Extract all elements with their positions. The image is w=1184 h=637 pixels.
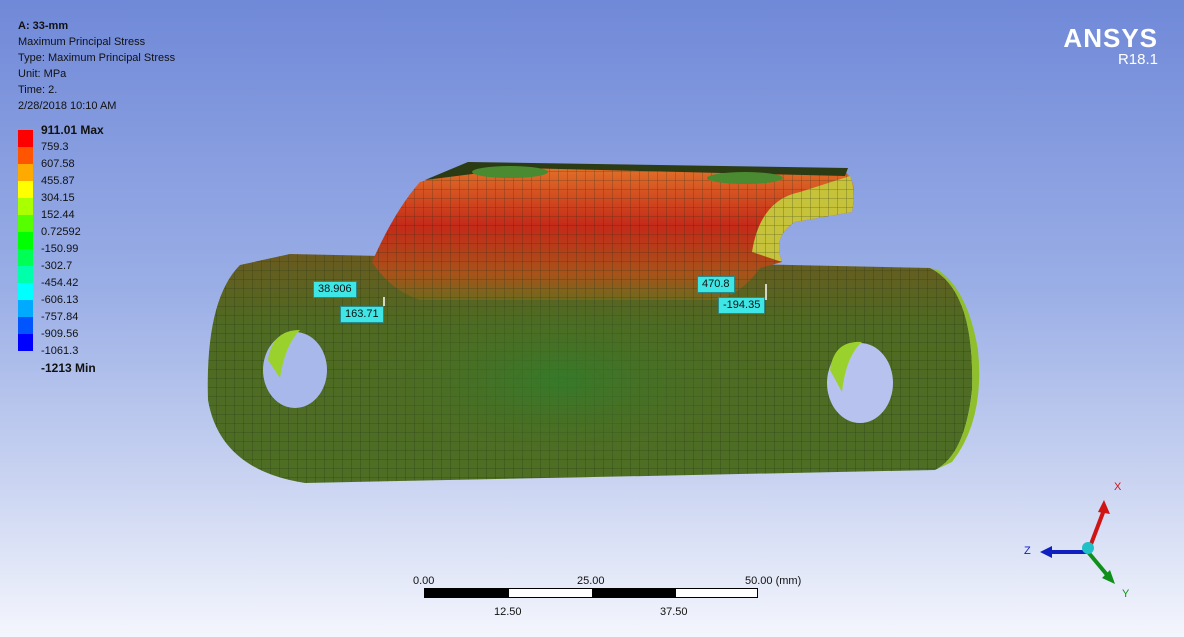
legend-value-label: -302.7	[41, 260, 73, 272]
hole-left	[263, 332, 327, 408]
legend-swatch	[18, 317, 33, 334]
result-unit: Unit: MPa	[18, 68, 67, 80]
legend-swatch	[18, 334, 33, 351]
legend-swatch	[18, 130, 33, 147]
legend-swatch	[18, 249, 33, 266]
legend-swatch	[18, 300, 33, 317]
legend-value-label: 304.15	[41, 192, 75, 204]
legend-min-label: -1213 Min	[41, 361, 96, 375]
axis-z-label: Z	[1024, 545, 1031, 557]
probe-label[interactable]: 38.906	[313, 281, 357, 298]
legend-max-label: 911.01 Max	[41, 123, 104, 137]
legend-swatch	[18, 266, 33, 283]
legend-swatch	[18, 147, 33, 164]
scale-bar	[424, 588, 758, 598]
analysis-title: A: 33-mm	[18, 20, 69, 32]
result-name: Maximum Principal Stress	[18, 36, 146, 48]
scale-label-12: 12.50	[494, 606, 522, 618]
scale-label-37: 37.50	[660, 606, 688, 618]
probe-label[interactable]: 470.8	[697, 276, 735, 293]
axis-triad[interactable]: X Z Y	[1020, 476, 1160, 606]
legend-value-label: 455.87	[41, 175, 75, 187]
result-info-panel: A: 33-mm Maximum Principal Stress Type: …	[18, 18, 175, 114]
legend-swatch	[18, 181, 33, 198]
brand-name: ANSYS	[1063, 23, 1158, 53]
probe-label[interactable]: 163.71	[340, 306, 384, 323]
legend-value-label: -150.99	[41, 243, 79, 255]
legend-swatch	[18, 215, 33, 232]
legend-value-label: 152.44	[41, 209, 75, 221]
legend-value-label: -909.56	[41, 328, 79, 340]
legend-value-label: -757.84	[41, 311, 79, 323]
top-hole-left	[472, 166, 548, 178]
ansys-logo: ANSYS R18.1	[1063, 24, 1158, 68]
mesh-model-view[interactable]	[0, 0, 1184, 637]
legend-value-label: 0.72592	[41, 226, 81, 238]
result-type: Type: Maximum Principal Stress	[18, 52, 176, 64]
scale-label-25: 25.00	[577, 575, 605, 587]
brand-version: R18.1	[1117, 51, 1158, 68]
legend-swatch	[18, 164, 33, 181]
legend-value-label: -1061.3	[41, 345, 79, 357]
axis-x-label: X	[1114, 481, 1122, 493]
legend-swatch	[18, 198, 33, 215]
top-hole-right	[707, 172, 783, 184]
scale-label-0: 0.00	[413, 575, 435, 587]
result-datetime: 2/28/2018 10:10 AM	[18, 100, 117, 112]
legend-value-label: 607.58	[41, 158, 75, 170]
legend-value-label: -454.42	[41, 277, 79, 289]
result-time: Time: 2.	[18, 84, 58, 96]
axis-y-label: Y	[1122, 588, 1130, 600]
scale-label-50: 50.00 (mm)	[745, 575, 802, 587]
legend-swatch	[18, 283, 33, 300]
legend-value-label: 759.3	[41, 141, 69, 153]
probe-label[interactable]: -194.35	[718, 297, 766, 314]
legend-value-label: -606.13	[41, 294, 79, 306]
legend-swatch	[18, 232, 33, 249]
